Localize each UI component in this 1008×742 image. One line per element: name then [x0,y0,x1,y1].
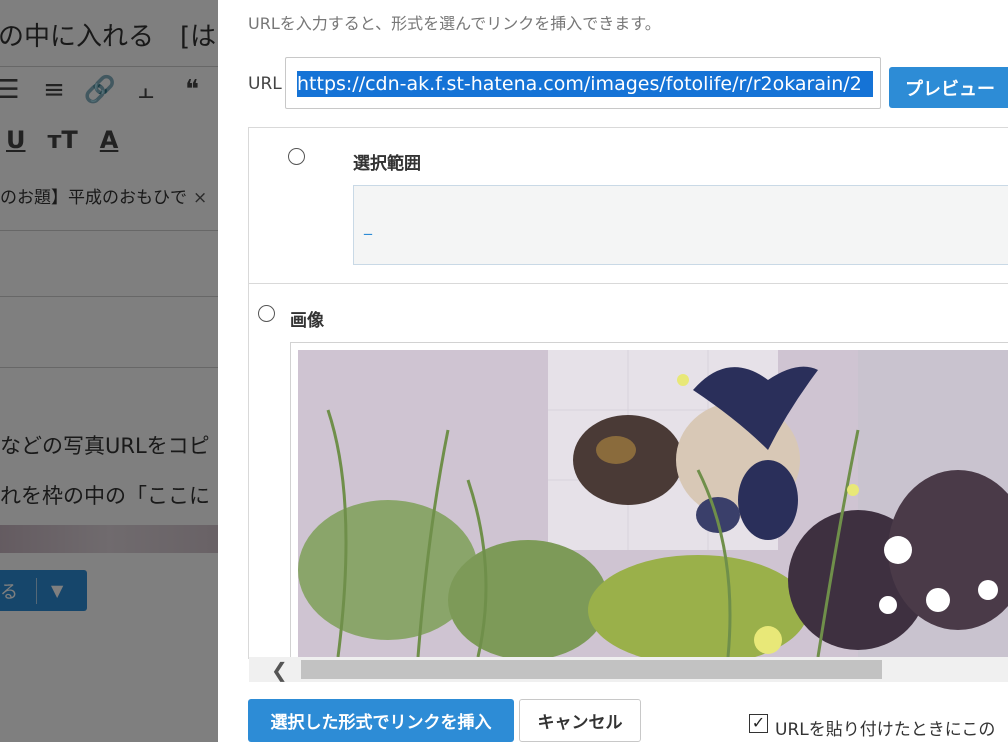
link-insert-dialog: URLを入力すると、形式を選んでリンクを挿入できます。 URL https://… [218,0,1008,742]
image-radio[interactable] [258,305,275,322]
paste-setting-checkbox[interactable]: ✓ [749,714,768,733]
dialog-description: URLを入力すると、形式を選んでリンクを挿入できます。 [248,14,661,33]
url-input-value: https://cdn-ak.f.st-hatena.com/images/fo… [297,71,873,97]
url-input[interactable]: https://cdn-ak.f.st-hatena.com/images/fo… [285,57,881,109]
text-cursor: _ [364,216,372,235]
paste-setting-label: URLを貼り付けたときにこの [775,720,996,740]
modal-overlay[interactable] [0,0,218,742]
image-preview [298,350,1008,657]
insert-link-button[interactable]: 選択した形式でリンクを挿入 [248,699,514,742]
selection-radio[interactable] [288,148,305,165]
url-label: URL [248,74,282,94]
cancel-button[interactable]: キャンセル [519,699,641,742]
horizontal-scrollbar[interactable]: ❮ [249,657,1008,682]
option-divider [249,283,1008,284]
scroll-left-icon[interactable]: ❮ [271,658,288,682]
selection-option-label: 選択範囲 [353,154,421,174]
selection-preview: _ [353,185,1008,265]
scrollbar-thumb[interactable] [301,660,882,679]
preview-button[interactable]: プレビュー [889,67,1008,108]
image-option-label: 画像 [290,311,324,331]
